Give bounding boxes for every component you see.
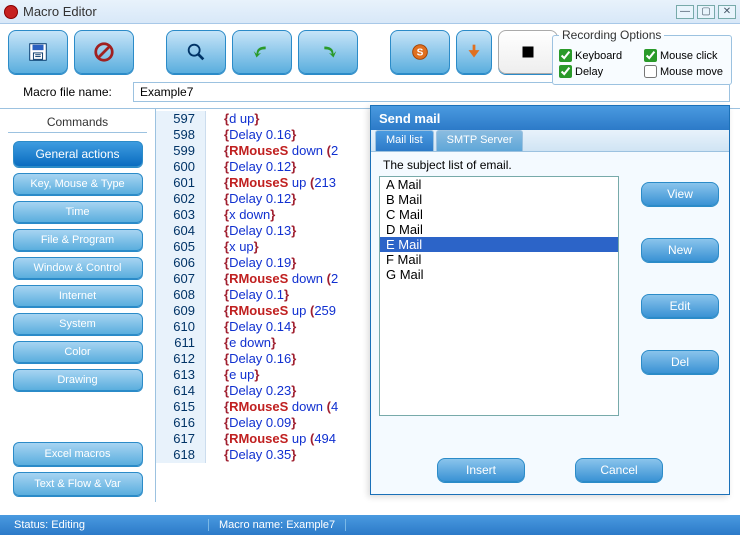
dialog-title: Send mail [371,106,729,130]
list-item[interactable]: E Mail [380,237,618,252]
status-left: Status: Editing [4,519,209,531]
record-button[interactable]: S [390,30,450,74]
sidebar-item-0[interactable]: Key, Mouse & Type [13,173,143,195]
list-item[interactable]: F Mail [380,252,618,267]
dialog-tabs: Mail list SMTP Server [371,130,729,152]
list-item[interactable]: G Mail [380,267,618,282]
sidebar-item-4[interactable]: Internet [13,285,143,307]
record-down-button[interactable] [456,30,492,74]
status-right: Macro name: Example7 [209,519,346,531]
list-item[interactable]: B Mail [380,192,618,207]
search-button[interactable] [166,30,226,74]
list-item[interactable]: A Mail [380,177,618,192]
app-title: Macro Editor [23,4,97,19]
undo-button[interactable] [232,30,292,74]
app-icon [4,5,18,19]
sidebar-item-2[interactable]: File & Program [13,229,143,251]
list-item[interactable]: D Mail [380,222,618,237]
minimize-button[interactable]: — [676,5,694,19]
new-button[interactable]: New [641,238,719,262]
mouse-move-checkbox[interactable]: Mouse move [644,65,725,78]
maximize-button[interactable]: ▢ [697,5,715,19]
text-flow-var-button[interactable]: Text & Flow & Var [13,472,143,496]
edit-button[interactable]: Edit [641,294,719,318]
dialog-caption: The subject list of email. [383,158,512,172]
sidebar-item-6[interactable]: Color [13,341,143,363]
file-name-label: Macro file name: [10,85,125,99]
stop-button[interactable] [498,30,558,74]
commands-header: Commands [8,115,148,133]
sidebar-item-7[interactable]: Drawing [13,369,143,391]
sidebar-item-5[interactable]: System [13,313,143,335]
sidebar-item-1[interactable]: Time [13,201,143,223]
general-actions-button[interactable]: General actions [13,141,143,167]
svg-text:S: S [417,48,424,59]
keyboard-checkbox[interactable]: Keyboard [559,49,640,62]
commands-sidebar: Commands General actions Key, Mouse & Ty… [0,109,155,502]
mail-listbox[interactable]: A MailB MailC MailD MailE MailF MailG Ma… [379,176,619,416]
close-button[interactable]: ✕ [718,5,736,19]
recording-options-panel: Recording Options Keyboard Mouse click D… [552,28,732,85]
redo-button[interactable] [298,30,358,74]
title-bar: Macro Editor — ▢ ✕ [0,0,740,24]
file-name-input[interactable] [133,82,730,102]
cancel-button[interactable] [74,30,134,74]
dialog-cancel-button[interactable]: Cancel [575,458,663,482]
sidebar-item-3[interactable]: Window & Control [13,257,143,279]
status-bar: Status: Editing Macro name: Example7 [0,515,740,535]
del-button[interactable]: Del [641,350,719,374]
save-button[interactable] [8,30,68,74]
insert-button[interactable]: Insert [437,458,525,482]
recording-options-legend: Recording Options [559,28,664,42]
mouse-click-checkbox[interactable]: Mouse click [644,49,725,62]
tab-smtp-server[interactable]: SMTP Server [436,130,524,151]
excel-macros-button[interactable]: Excel macros [13,442,143,466]
send-mail-dialog: Send mail Mail list SMTP Server The subj… [370,105,730,495]
tab-mail-list[interactable]: Mail list [375,130,434,151]
view-button[interactable]: View [641,182,719,206]
list-item[interactable]: C Mail [380,207,618,222]
delay-checkbox[interactable]: Delay [559,65,640,78]
